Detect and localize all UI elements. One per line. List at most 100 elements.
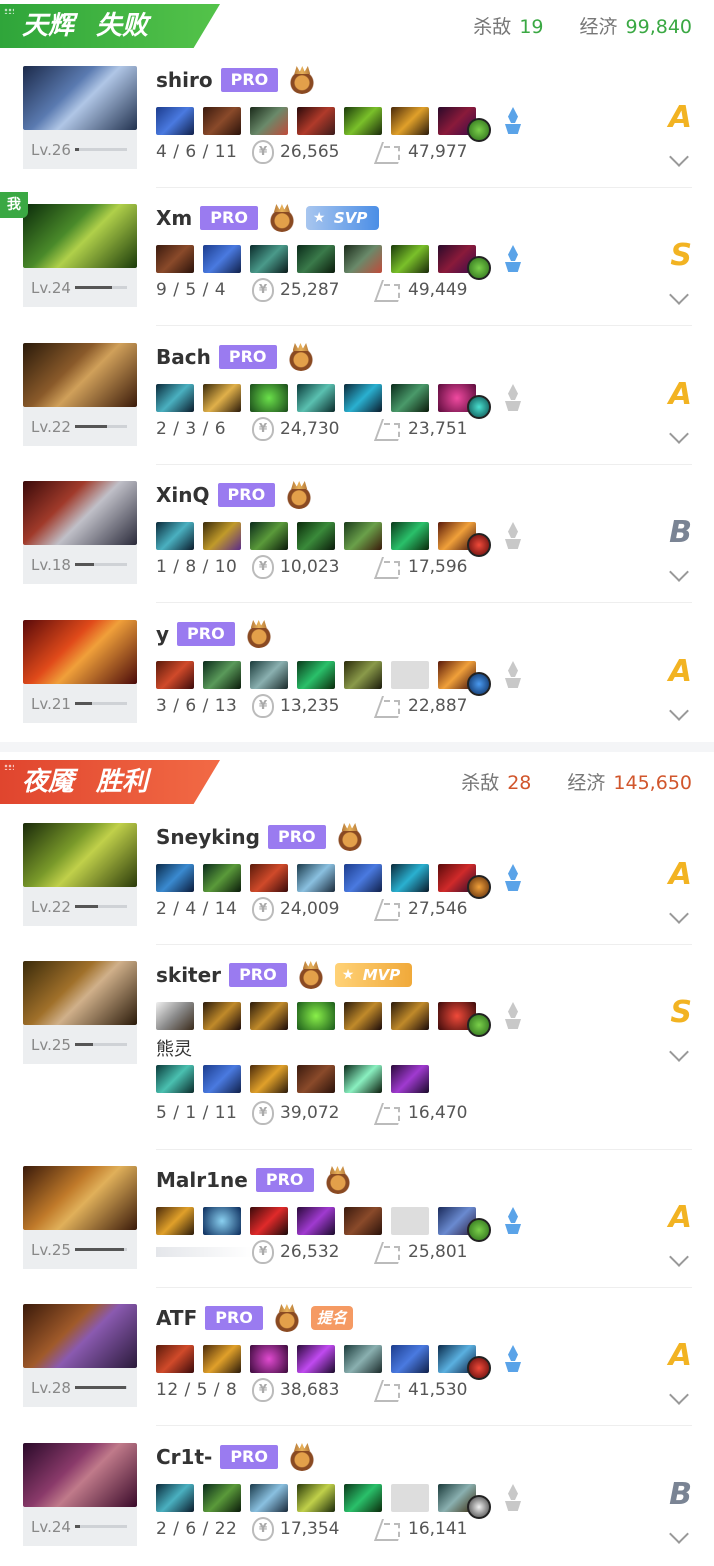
- item-icon[interactable]: [391, 1345, 429, 1373]
- hero-portrait[interactable]: Lv.22: [23, 823, 137, 926]
- item-icon[interactable]: [250, 864, 288, 892]
- item-icon[interactable]: [203, 1207, 241, 1235]
- item-icon[interactable]: [344, 1207, 382, 1235]
- player-row[interactable]: Lv.28 ATF PRO 提名 12 / 5 / 8 ¥ 38,683 41,…: [0, 1304, 714, 1416]
- item-icon[interactable]: [203, 1002, 241, 1030]
- hero-portrait[interactable]: Lv.24: [23, 1443, 137, 1546]
- item-icon[interactable]: [344, 864, 382, 892]
- item-icon[interactable]: [297, 522, 335, 550]
- item-icon[interactable]: [203, 384, 241, 412]
- chevron-down-icon[interactable]: [669, 147, 689, 167]
- item-icon[interactable]: [203, 1345, 241, 1373]
- item-icon[interactable]: [250, 1345, 288, 1373]
- chevron-down-icon[interactable]: [669, 1042, 689, 1062]
- chevron-down-icon[interactable]: [669, 562, 689, 582]
- item-icon[interactable]: [344, 1002, 382, 1030]
- player-name[interactable]: XinQ: [156, 483, 210, 507]
- item-icon[interactable]: [391, 1065, 429, 1093]
- player-name[interactable]: ATF: [156, 1306, 197, 1330]
- item-icon[interactable]: [203, 1065, 241, 1093]
- item-icon[interactable]: [156, 1002, 194, 1030]
- player-row[interactable]: Lv.24 Cr1t- PRO 2 / 6 / 22 ¥ 17,354 16,1…: [0, 1443, 714, 1555]
- neutral-item-icon[interactable]: [467, 1356, 491, 1380]
- player-row[interactable]: Lv.21 y PRO 3 / 6 / 13 ¥ 13,235 22,887 A: [0, 620, 714, 732]
- item-icon[interactable]: [156, 1484, 194, 1512]
- item-icon[interactable]: [250, 1207, 288, 1235]
- player-row[interactable]: 我 Lv.24 Xm PRO SVP 9 / 5 / 4 ¥ 25,287 49…: [0, 192, 714, 316]
- item-icon[interactable]: [297, 245, 335, 273]
- hero-portrait[interactable]: Lv.18: [23, 481, 137, 584]
- item-icon[interactable]: [250, 107, 288, 135]
- neutral-item-icon[interactable]: [467, 256, 491, 280]
- item-icon[interactable]: [156, 384, 194, 412]
- item-icon[interactable]: [156, 864, 194, 892]
- item-icon[interactable]: [344, 107, 382, 135]
- player-row[interactable]: Lv.25 skiter PRO MVP 熊灵 5 / 1 / 11 ¥ 39,…: [0, 961, 714, 1141]
- player-row[interactable]: Lv.25 Malr1ne PRO ¥ 26,532 25,801 A: [0, 1166, 714, 1278]
- chevron-down-icon[interactable]: [669, 1524, 689, 1544]
- item-icon[interactable]: [250, 522, 288, 550]
- item-icon[interactable]: [297, 1345, 335, 1373]
- player-name[interactable]: Malr1ne: [156, 1168, 248, 1192]
- player-row[interactable]: Lv.22 Sneyking PRO 2 / 4 / 14 ¥ 24,009 2…: [0, 823, 714, 935]
- item-icon[interactable]: [391, 864, 429, 892]
- player-name[interactable]: shiro: [156, 68, 213, 92]
- item-icon[interactable]: [344, 245, 382, 273]
- neutral-item-icon[interactable]: [467, 1495, 491, 1519]
- item-icon[interactable]: [344, 1345, 382, 1373]
- item-icon[interactable]: [203, 245, 241, 273]
- player-name[interactable]: skiter: [156, 963, 221, 987]
- item-icon[interactable]: [297, 107, 335, 135]
- chevron-down-icon[interactable]: [669, 424, 689, 444]
- neutral-item-icon[interactable]: [467, 1013, 491, 1037]
- item-icon[interactable]: [344, 1484, 382, 1512]
- item-icon[interactable]: [250, 1484, 288, 1512]
- item-icon[interactable]: [156, 1207, 194, 1235]
- item-icon[interactable]: [156, 245, 194, 273]
- item-icon[interactable]: [203, 1484, 241, 1512]
- item-icon[interactable]: [297, 1484, 335, 1512]
- item-icon[interactable]: [250, 245, 288, 273]
- hero-portrait[interactable]: Lv.25: [23, 1166, 137, 1269]
- item-icon[interactable]: [297, 384, 335, 412]
- item-icon[interactable]: [156, 107, 194, 135]
- player-row[interactable]: Lv.18 XinQ PRO 1 / 8 / 10 ¥ 10,023 17,59…: [0, 481, 714, 593]
- item-icon[interactable]: [156, 1065, 194, 1093]
- item-icon[interactable]: [391, 522, 429, 550]
- chevron-down-icon[interactable]: [669, 904, 689, 924]
- chevron-down-icon[interactable]: [669, 1385, 689, 1405]
- neutral-item-icon[interactable]: [467, 533, 491, 557]
- item-icon[interactable]: [297, 661, 335, 689]
- player-name[interactable]: Sneyking: [156, 825, 260, 849]
- item-icon[interactable]: [203, 107, 241, 135]
- item-icon[interactable]: [156, 661, 194, 689]
- chevron-down-icon[interactable]: [669, 701, 689, 721]
- neutral-item-icon[interactable]: [467, 875, 491, 899]
- item-icon[interactable]: [203, 864, 241, 892]
- item-icon[interactable]: [250, 1065, 288, 1093]
- hero-portrait[interactable]: Lv.26: [23, 66, 137, 169]
- hero-portrait[interactable]: Lv.28: [23, 1304, 137, 1407]
- hero-portrait[interactable]: Lv.24: [23, 204, 137, 307]
- item-icon[interactable]: [203, 522, 241, 550]
- player-name[interactable]: Xm: [156, 206, 192, 230]
- neutral-item-icon[interactable]: [467, 672, 491, 696]
- player-name[interactable]: Cr1t-: [156, 1445, 212, 1469]
- chevron-down-icon[interactable]: [669, 1247, 689, 1267]
- item-icon[interactable]: [297, 1207, 335, 1235]
- player-name[interactable]: y: [156, 622, 169, 646]
- item-icon[interactable]: [297, 864, 335, 892]
- player-name[interactable]: Bach: [156, 345, 211, 369]
- item-icon[interactable]: [250, 384, 288, 412]
- item-icon[interactable]: [391, 107, 429, 135]
- hero-portrait[interactable]: Lv.22: [23, 343, 137, 446]
- item-icon[interactable]: [156, 1345, 194, 1373]
- item-icon[interactable]: [344, 1065, 382, 1093]
- item-icon[interactable]: [344, 384, 382, 412]
- item-icon[interactable]: [250, 1002, 288, 1030]
- item-icon[interactable]: [344, 522, 382, 550]
- item-icon[interactable]: [250, 661, 288, 689]
- item-icon[interactable]: [203, 661, 241, 689]
- neutral-item-icon[interactable]: [467, 395, 491, 419]
- neutral-item-icon[interactable]: [467, 1218, 491, 1242]
